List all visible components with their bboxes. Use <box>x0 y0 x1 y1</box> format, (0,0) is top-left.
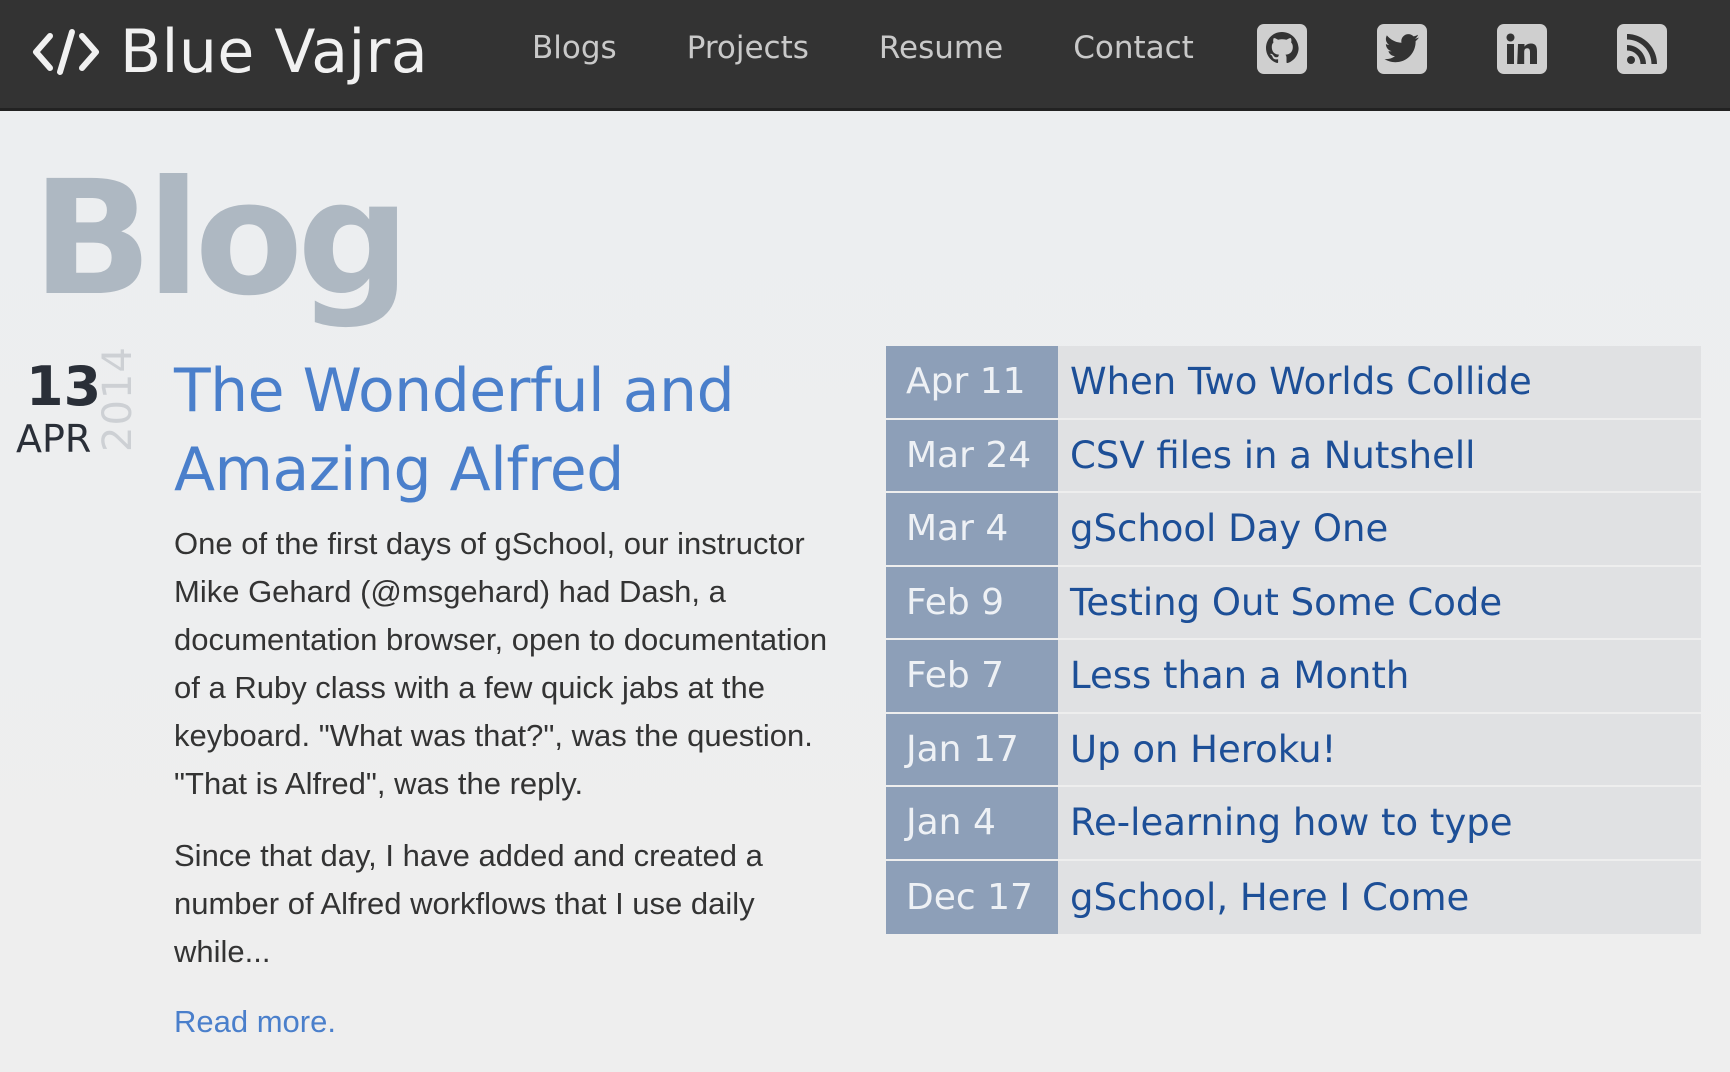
archive-row: Mar 24 CSV files in a Nutshell <box>886 419 1701 493</box>
post-date: 13 APR 2014 <box>14 346 141 470</box>
archive-date: Feb 9 <box>886 566 1058 638</box>
post-day: 13 <box>26 355 102 418</box>
archive-post-link[interactable]: Re-learning how to type <box>1070 801 1513 844</box>
post-year: 2014 <box>95 346 141 452</box>
archive-date: Mar 24 <box>886 419 1058 491</box>
archive-post-link[interactable]: Up on Heroku! <box>1070 728 1336 771</box>
social-links <box>1257 24 1667 74</box>
archive-post-link[interactable]: Testing Out Some Code <box>1070 581 1502 624</box>
archive-post-link[interactable]: When Two Worlds Collide <box>1070 360 1532 403</box>
archive-date: Jan 4 <box>886 787 1058 859</box>
top-navbar: Blue Vajra Blogs Projects Resume Contact <box>0 0 1730 111</box>
post-paragraph: Since that day, I have added and created… <box>174 838 763 969</box>
post-paragraph: One of the first days of gSchool, our in… <box>174 526 828 801</box>
code-brackets-icon <box>33 29 99 75</box>
archive-row: Jan 17 Up on Heroku! <box>886 713 1701 787</box>
twitter-icon[interactable] <box>1377 24 1427 74</box>
brand-logo-link[interactable]: Blue Vajra <box>32 12 428 92</box>
featured-post: The Wonderful and Amazing Alfred One of … <box>174 352 854 1040</box>
archive-row: Feb 9 Testing Out Some Code <box>886 566 1701 640</box>
post-month: APR <box>16 417 92 461</box>
brand-name: Blue Vajra <box>120 17 429 87</box>
archive-date: Mar 4 <box>886 493 1058 565</box>
nav-link-blogs[interactable]: Blogs <box>532 30 617 66</box>
page-title: Blog <box>32 147 410 331</box>
main-nav: Blogs Projects Resume Contact <box>532 30 1264 66</box>
read-more-link[interactable]: Read more. <box>174 1004 336 1040</box>
archive-date: Apr 11 <box>886 346 1058 418</box>
archive-row: Jan 4 Re-learning how to type <box>886 787 1701 861</box>
archive-post-link[interactable]: gSchool, Here I Come <box>1070 876 1469 919</box>
post-title-link[interactable]: The Wonderful and Amazing Alfred <box>174 352 854 510</box>
rss-icon[interactable] <box>1617 24 1667 74</box>
github-icon[interactable] <box>1257 24 1307 74</box>
archive-post-link[interactable]: Less than a Month <box>1070 654 1409 697</box>
post-archive-list: Apr 11 When Two Worlds Collide Mar 24 CS… <box>886 346 1701 934</box>
archive-date: Dec 17 <box>886 860 1058 934</box>
archive-row: Apr 11 When Two Worlds Collide <box>886 346 1701 420</box>
archive-row: Mar 4 gSchool Day One <box>886 493 1701 567</box>
archive-row: Dec 17 gSchool, Here I Come <box>886 860 1701 934</box>
archive-post-link[interactable]: CSV files in a Nutshell <box>1070 434 1475 477</box>
archive-date: Jan 17 <box>886 713 1058 785</box>
archive-post-link[interactable]: gSchool Day One <box>1070 507 1388 550</box>
nav-link-contact[interactable]: Contact <box>1073 30 1194 66</box>
archive-row: Feb 7 Less than a Month <box>886 640 1701 714</box>
post-excerpt: One of the first days of gSchool, our in… <box>174 520 854 976</box>
linkedin-icon[interactable] <box>1497 24 1547 74</box>
nav-link-projects[interactable]: Projects <box>687 30 809 66</box>
nav-link-resume[interactable]: Resume <box>879 30 1003 66</box>
archive-date: Feb 7 <box>886 640 1058 712</box>
